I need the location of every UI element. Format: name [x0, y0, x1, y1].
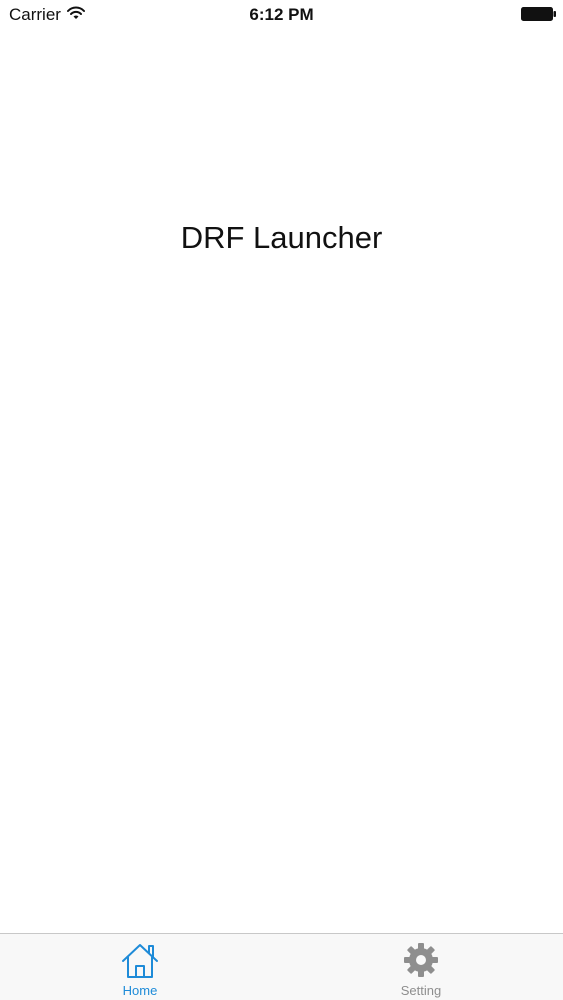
gear-icon — [404, 943, 438, 977]
tab-home-label: Home — [122, 983, 158, 998]
main-content: DRF Launcher — [0, 30, 563, 933]
home-icon — [122, 944, 158, 978]
status-bar: Carrier 6:12 PM — [0, 0, 563, 30]
tab-setting[interactable]: Setting — [351, 934, 491, 1000]
app-title: DRF Launcher — [180, 220, 383, 255]
carrier-label: Carrier — [9, 5, 61, 24]
tab-bar: Home Setting — [0, 933, 563, 1000]
tab-home[interactable]: Home — [70, 934, 210, 1000]
tab-setting-label: Setting — [400, 983, 442, 998]
wifi-icon — [67, 6, 85, 19]
battery-icon — [521, 7, 556, 21]
